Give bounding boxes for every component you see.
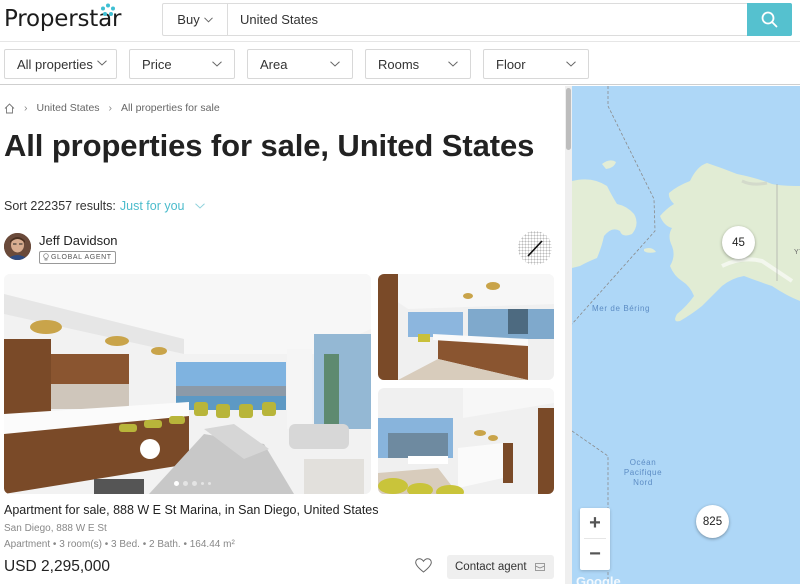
- chevron-down-icon: [203, 16, 213, 23]
- chevron-down-icon: [212, 61, 222, 67]
- breadcrumb: › United States › All properties for sal…: [4, 102, 220, 114]
- lightbulb-icon: [43, 253, 49, 261]
- filter-label: All properties: [17, 56, 93, 72]
- map-label-north-pacific: Océan Pacifique Nord: [623, 458, 663, 487]
- breadcrumb-united-states[interactable]: United States: [37, 102, 100, 114]
- land-island: [602, 160, 616, 169]
- map-label-yukon: YT: [794, 249, 800, 256]
- land-chukotka: [572, 179, 637, 268]
- chevron-down-icon: [448, 61, 458, 67]
- chevron-down-icon[interactable]: [194, 203, 205, 209]
- badge-label: GLOBAL AGENT: [51, 253, 112, 261]
- cluster-count: 825: [702, 515, 723, 528]
- listing-photo-2[interactable]: [378, 274, 554, 380]
- zoom-in-button[interactable]: +: [580, 508, 610, 538]
- search-bar: Buy: [162, 3, 792, 36]
- favorite-button[interactable]: [415, 558, 432, 578]
- filter-label: Floor: [496, 56, 526, 72]
- map-cluster-marker[interactable]: 45: [722, 226, 755, 259]
- transaction-type-label: Buy: [177, 12, 200, 27]
- photo-carousel-dots: [174, 481, 211, 486]
- global-agent-badge: GLOBAL AGENT: [39, 250, 116, 264]
- listing-main-photo[interactable]: [4, 274, 371, 494]
- breadcrumb-separator-icon: ›: [24, 102, 28, 114]
- filter-label: Price: [142, 56, 172, 72]
- filter-label: Area: [260, 56, 288, 72]
- mail-icon: [534, 563, 545, 571]
- chevron-down-icon: [97, 60, 107, 66]
- search-button[interactable]: [747, 3, 792, 36]
- filter-floor[interactable]: Floor: [483, 49, 589, 79]
- sort-control: Sort 222357 results: Just for you: [4, 199, 205, 213]
- breadcrumb-separator-icon: ›: [108, 102, 113, 114]
- listing-specs: Apartment • 3 room(s) • 3 Bed. • 2 Bath.…: [4, 539, 235, 550]
- page-title: All properties for sale, United States: [4, 128, 535, 163]
- agent-info[interactable]: Jeff Davidson GLOBAL AGENT: [4, 233, 118, 266]
- location-search-input[interactable]: [228, 4, 747, 35]
- map-zoom-control: + −: [580, 508, 610, 570]
- home-icon[interactable]: [4, 102, 15, 114]
- top-header: Properstar Buy: [0, 0, 800, 42]
- map-label-bering-sea: Mer de Béring: [592, 304, 651, 313]
- carousel-dot[interactable]: [201, 482, 204, 485]
- results-scrollbar[interactable]: [565, 86, 572, 584]
- carousel-dot[interactable]: [183, 481, 188, 486]
- map-cluster-marker[interactable]: 825: [696, 505, 729, 538]
- transaction-type-dropdown[interactable]: Buy: [163, 4, 228, 35]
- carousel-dot[interactable]: [192, 481, 197, 486]
- filter-property-type[interactable]: All properties: [4, 49, 117, 79]
- scrollbar-thumb[interactable]: [566, 88, 571, 150]
- agent-name[interactable]: Jeff Davidson: [39, 233, 118, 248]
- filter-rooms[interactable]: Rooms: [365, 49, 471, 79]
- breadcrumb-current: All properties for sale: [121, 102, 220, 114]
- agent-avatar: [4, 233, 31, 260]
- contact-agent-label: Contact agent: [455, 561, 527, 573]
- sort-dropdown[interactable]: Just for you: [120, 199, 185, 213]
- filter-area[interactable]: Area: [247, 49, 353, 79]
- contact-agent-button[interactable]: Contact agent: [447, 555, 554, 579]
- listing-title[interactable]: Apartment for sale, 888 W E St Marina, i…: [4, 503, 379, 517]
- results-pane: › United States › All properties for sal…: [0, 86, 565, 584]
- map-view[interactable]: Mer de Béring Océan Pacifique Nord YT 45…: [572, 86, 800, 584]
- heart-icon: [415, 558, 432, 573]
- chevron-down-icon: [330, 61, 340, 67]
- logo-star-icon: [101, 3, 115, 16]
- listing-price: USD 2,295,000: [4, 558, 110, 575]
- google-attribution-logo[interactable]: Google: [576, 574, 621, 584]
- filter-label: Rooms: [378, 56, 420, 72]
- search-icon: [761, 11, 778, 28]
- listing-photo-3[interactable]: [378, 388, 554, 494]
- filter-bar: All properties Price Area Rooms Floor: [0, 42, 800, 85]
- cluster-count: 45: [732, 236, 745, 249]
- zoom-out-button[interactable]: −: [580, 539, 610, 569]
- land-island: [644, 248, 656, 253]
- listing-address: San Diego, 888 W E St: [4, 523, 107, 534]
- filter-price[interactable]: Price: [129, 49, 235, 79]
- sort-results-count: Sort 222357 results:: [4, 199, 116, 213]
- carousel-dot[interactable]: [174, 481, 179, 486]
- carousel-dot[interactable]: [208, 482, 211, 485]
- chevron-down-icon: [566, 61, 576, 67]
- agency-logo[interactable]: [518, 231, 552, 265]
